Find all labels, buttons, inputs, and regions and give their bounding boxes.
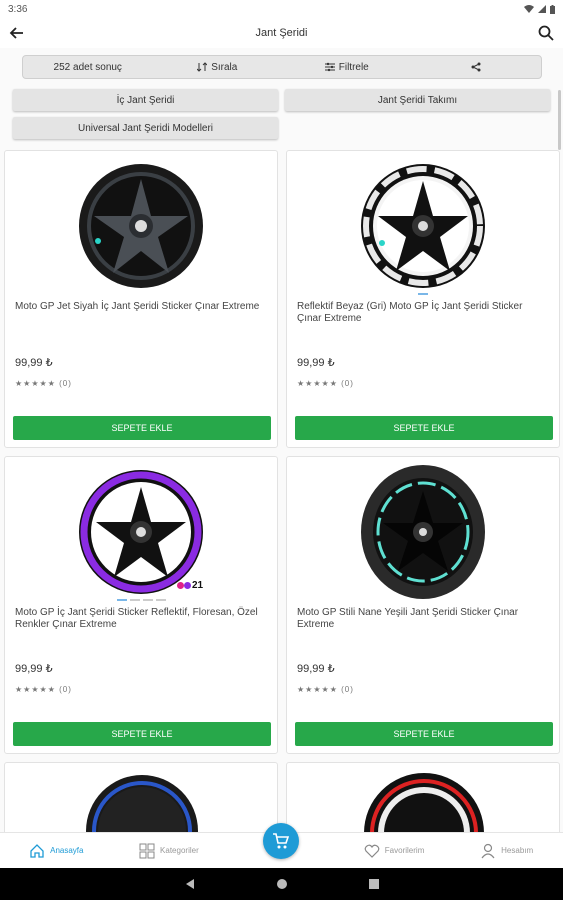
results-toolbar: 252 adet sonuç Sırala Filtrele [22,55,542,79]
nav-label: Kategoriler [160,846,199,855]
image-pager[interactable] [287,293,559,295]
filter-button[interactable]: Filtrele [282,56,412,78]
home-circle-icon[interactable] [276,878,288,890]
product-card[interactable] [4,762,278,842]
grid-icon [139,843,155,858]
product-card[interactable]: Reflektif Beyaz (Gri) Moto GP İç Jant Şe… [286,150,560,448]
product-card[interactable]: Moto GP Stili Nane Yeşili Jant Şeridi St… [286,456,560,754]
chip-label: Jant Şeridi Takımı [377,94,458,106]
user-icon [481,843,495,858]
wheel-image [79,164,203,288]
product-image[interactable] [5,461,277,603]
sort-button[interactable]: Sırala [153,56,283,78]
pager-dot[interactable] [155,599,166,601]
nav-categories[interactable]: Kategoriler [113,833,226,868]
product-image[interactable] [5,155,277,297]
status-icons [524,4,555,14]
share-icon [471,62,481,72]
product-name[interactable]: Moto GP Stili Nane Yeşili Jant Şeridi St… [297,607,549,631]
nav-favorites[interactable]: Favorilerim [338,833,451,868]
result-count-label: 252 adet sonuç [53,61,122,73]
add-to-cart-button[interactable]: SEPETE EKLE [295,722,553,746]
back-arrow-icon[interactable] [8,24,26,42]
recents-icon[interactable] [368,878,380,890]
signal-icon [538,5,546,13]
filter-label: Filtrele [338,61,369,73]
product-image[interactable] [287,461,559,603]
pager-dot[interactable] [116,599,127,601]
product-card[interactable] [286,762,560,842]
app-bar: Jant Şeridi [0,18,563,48]
sort-label: Sırala [211,61,238,73]
add-to-cart-button[interactable]: SEPETE EKLE [295,416,553,440]
pager-dot[interactable] [129,599,140,601]
status-bar: 3:36 [0,0,563,18]
swatch-dot [184,582,191,589]
chip-label: Universal Jant Şeridi Modelleri [77,122,214,134]
chip-jant-seridi-takimi[interactable]: Jant Şeridi Takımı [285,89,550,111]
home-icon [30,843,44,858]
product-price: 99,99 ₺ [15,663,53,675]
battery-icon [550,4,555,14]
swatch-dot [177,582,184,589]
product-card[interactable]: Moto GP Jet Siyah İç Jant Şeridi Sticker… [4,150,278,448]
filter-icon [324,62,335,72]
product-price: 99,99 ₺ [297,357,335,369]
color-swatch-badge: 21 [177,580,203,591]
pager-dot[interactable] [142,599,153,601]
share-button[interactable] [412,56,542,78]
system-navigation-bar [0,868,563,900]
back-icon[interactable] [184,878,196,890]
product-card[interactable]: 21 Moto GP İç Jant Şeridi Sticker Reflek… [4,456,278,754]
pager-dot[interactable] [418,293,428,295]
image-pager[interactable] [5,599,277,601]
add-to-cart-button[interactable]: SEPETE EKLE [13,722,271,746]
wifi-icon [524,5,534,13]
product-rating: ★★★★★ (0) [15,685,72,694]
nav-label: Hesabım [501,846,534,855]
nav-home[interactable]: Anasayfa [0,833,113,868]
chip-ic-jant-seridi[interactable]: İç Jant Şeridi [13,89,278,111]
nav-label: Favorilerim [384,846,425,855]
cart-fab-button[interactable] [263,823,299,859]
nav-label: Anasayfa [50,846,84,855]
heart-icon [364,844,380,858]
product-rating: ★★★★★ (0) [15,379,72,388]
product-name[interactable]: Moto GP Jet Siyah İç Jant Şeridi Sticker… [15,301,267,313]
result-count: 252 adet sonuç [23,56,153,78]
status-time: 3:36 [8,3,28,15]
sort-icon [197,62,208,72]
add-to-cart-button[interactable]: SEPETE EKLE [13,416,271,440]
badge-number: 21 [192,580,204,591]
wheel-image [79,470,203,594]
product-image[interactable] [287,155,559,297]
chip-label: İç Jant Şeridi [116,94,175,106]
product-price: 99,99 ₺ [15,357,53,369]
cart-icon [273,833,290,849]
page-title: Jant Şeridi [255,27,308,39]
chip-universal-modeller[interactable]: Universal Jant Şeridi Modelleri [13,117,278,139]
product-name[interactable]: Reflektif Beyaz (Gri) Moto GP İç Jant Şe… [297,301,549,325]
search-icon[interactable] [537,24,555,42]
scrollbar[interactable] [558,90,561,150]
product-rating: ★★★★★ (0) [297,685,354,694]
nav-account[interactable]: Hesabım [450,833,563,868]
tire-image [361,465,485,599]
product-name[interactable]: Moto GP İç Jant Şeridi Sticker Reflektif… [15,607,267,631]
wheel-image [361,164,485,288]
product-price: 99,99 ₺ [297,663,335,675]
product-rating: ★★★★★ (0) [297,379,354,388]
